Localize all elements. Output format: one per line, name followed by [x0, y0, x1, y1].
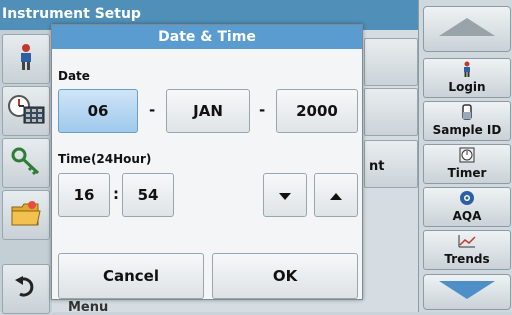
back-arrow-icon: [14, 276, 38, 302]
sample-id-button[interactable]: Sample ID: [423, 101, 511, 141]
aqa-icon: [424, 190, 510, 208]
timer-label: Timer: [447, 166, 487, 180]
date-time-dialog: Date & Time Date 06 - JAN - 2000 Time(24…: [51, 24, 363, 300]
dialog-title: Date & Time: [52, 25, 362, 49]
aqa-button[interactable]: AQA: [423, 187, 511, 227]
person-icon: [424, 61, 510, 79]
scroll-down-button[interactable]: [423, 274, 511, 310]
key-icon: [10, 146, 42, 180]
triangle-down-icon: [437, 279, 497, 305]
operator-button[interactable]: [2, 34, 50, 84]
clock-settings-button[interactable]: [2, 86, 50, 136]
arrow-up-icon: [330, 186, 342, 205]
scroll-up-button[interactable]: [423, 6, 511, 52]
arrow-down-icon: [279, 186, 291, 205]
date-separator: -: [259, 101, 266, 119]
background-row: [364, 38, 418, 86]
day-field[interactable]: 06: [58, 89, 138, 133]
trends-label: Trends: [444, 252, 490, 266]
aqa-label: AQA: [452, 209, 482, 223]
sample-id-label: Sample ID: [432, 123, 502, 137]
back-button[interactable]: [2, 264, 50, 314]
timer-icon: [424, 147, 510, 165]
decrement-button[interactable]: [263, 173, 307, 217]
clock-keypad-icon: [6, 93, 46, 129]
ok-button[interactable]: OK: [212, 253, 358, 299]
person-icon: [18, 43, 34, 75]
trends-button[interactable]: Trends: [423, 230, 511, 270]
cancel-button[interactable]: Cancel: [58, 253, 204, 299]
month-field[interactable]: JAN: [166, 89, 250, 133]
login-label: Login: [448, 80, 486, 94]
login-button[interactable]: Login: [423, 58, 511, 98]
sample-vial-icon: [424, 104, 510, 122]
background-row: [364, 88, 418, 136]
triangle-up-icon: [437, 16, 497, 42]
data-management-button[interactable]: [2, 190, 50, 240]
trends-chart-icon: [424, 233, 510, 251]
folder-icon: [10, 199, 42, 231]
hour-field[interactable]: 16: [58, 173, 110, 217]
increment-button[interactable]: [314, 173, 358, 217]
right-sidebar: Login Sample ID Timer AQA Trends: [418, 0, 512, 312]
date-label: Date: [58, 69, 90, 83]
date-separator: -: [149, 101, 156, 119]
background-menu-label: Menu: [68, 300, 109, 315]
background-row-label: nt: [369, 159, 385, 174]
time-separator: :: [113, 185, 119, 203]
left-toolbar: [0, 30, 52, 314]
background-row: nt: [364, 140, 418, 188]
security-button[interactable]: [2, 138, 50, 188]
minute-field[interactable]: 54: [122, 173, 174, 217]
year-field[interactable]: 2000: [276, 89, 358, 133]
timer-button[interactable]: Timer: [423, 144, 511, 184]
time-label: Time(24Hour): [58, 152, 152, 166]
